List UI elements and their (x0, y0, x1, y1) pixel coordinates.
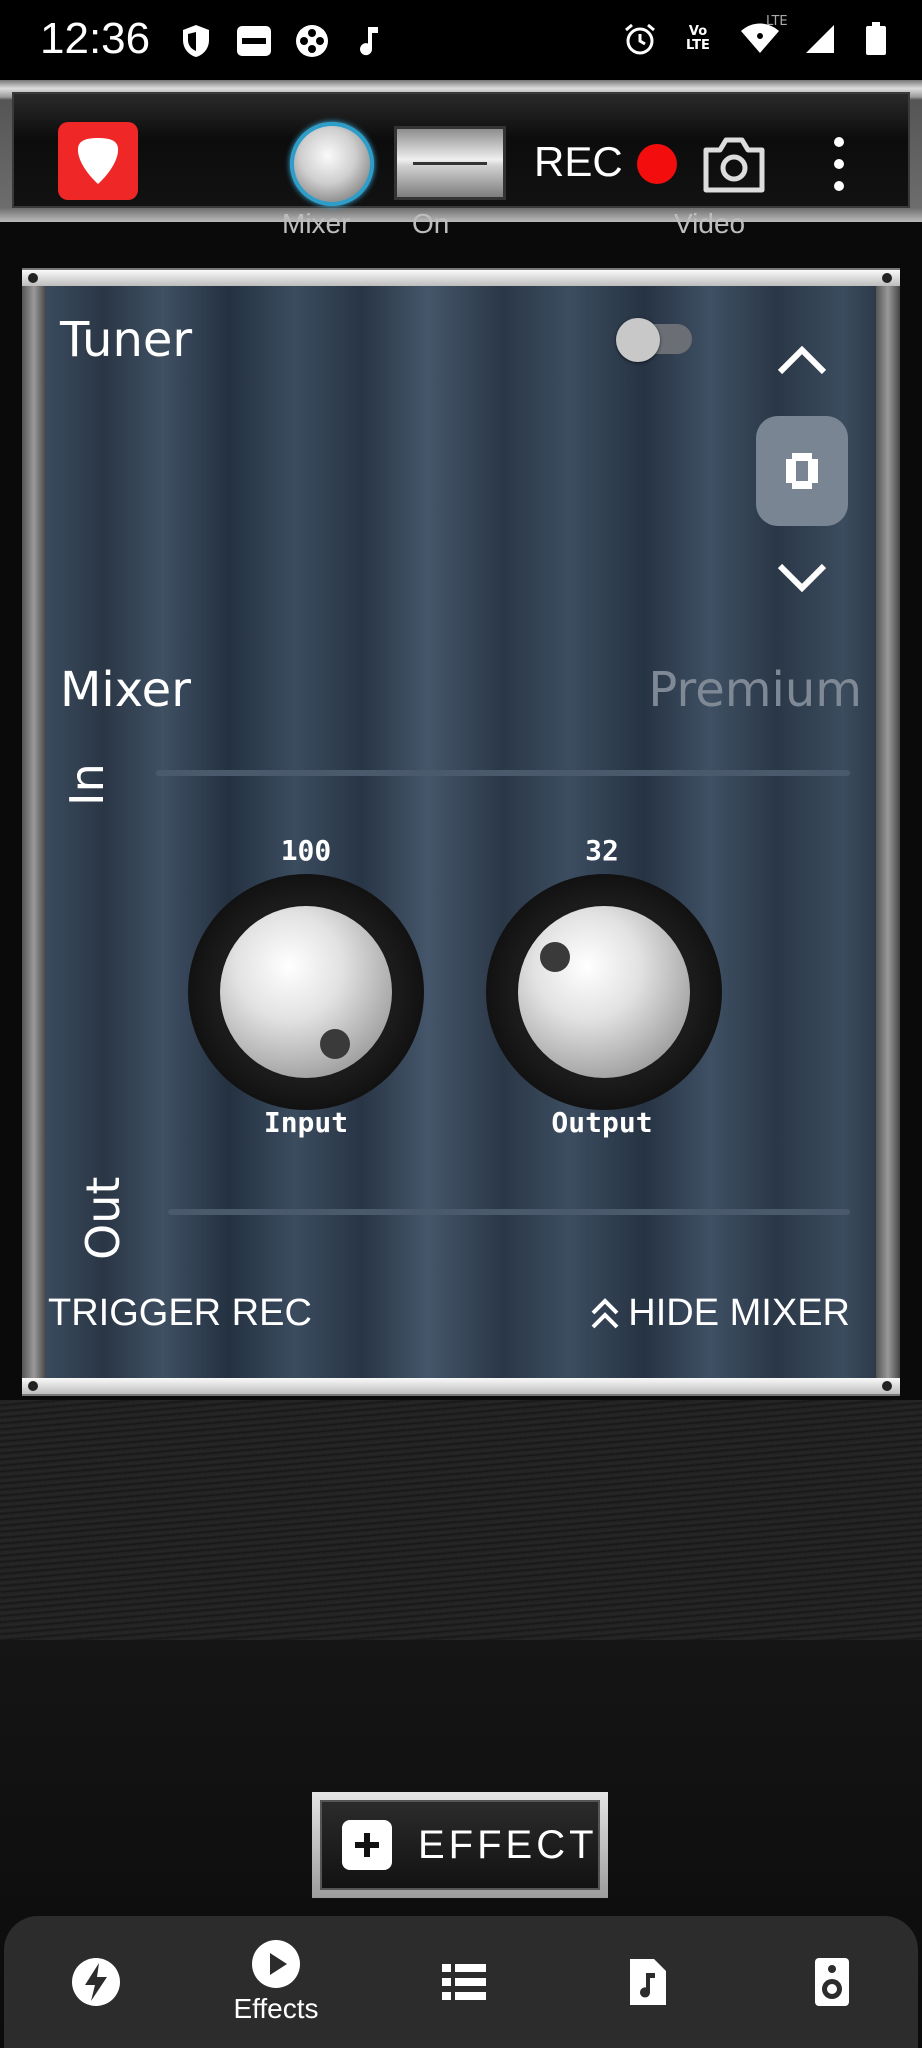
signal-icon (802, 20, 838, 58)
status-bar: 12:36 Vo LTE LTE (0, 0, 922, 84)
output-value: 32 (585, 834, 619, 867)
add-effect-button[interactable]: EFFECT (312, 1792, 608, 1898)
effect-label: EFFECT (418, 1822, 598, 1867)
tuner-toggle-thumb[interactable] (616, 318, 660, 362)
nav-item-label: Effects (233, 1993, 319, 2024)
battery-icon (858, 20, 894, 58)
nav-item-effects-chain[interactable] (26, 1916, 166, 2048)
position-toggle-button[interactable] (756, 416, 848, 526)
output-knob-indicator (540, 942, 570, 972)
volte-label: Vo LTE (686, 24, 710, 53)
wifi-icon: LTE (738, 14, 788, 58)
tuner-label: Tuner (60, 312, 193, 368)
mixer-caption: Mixer (282, 208, 351, 239)
status-time: 12:36 (40, 14, 151, 63)
in-level-line (156, 770, 850, 776)
guitar-pick-icon (77, 138, 119, 184)
rec-label[interactable]: REC (534, 138, 623, 186)
toolbar-inner: REC (12, 92, 910, 208)
rivet (28, 273, 38, 283)
game-controller-icon (294, 22, 330, 60)
mixer-knob-button[interactable] (290, 122, 374, 206)
out-level-line (168, 1209, 850, 1215)
alarm-icon (622, 20, 658, 58)
rivet (882, 273, 892, 283)
input-knob-face[interactable] (220, 906, 392, 1078)
input-value: 100 (280, 834, 332, 867)
camera-icon[interactable] (702, 136, 766, 194)
input-knob-indicator (320, 1029, 350, 1059)
lte-label: LTE (766, 14, 788, 29)
chevron-down-icon[interactable] (776, 562, 828, 593)
pixel-ring-icon (786, 453, 818, 489)
bottom-nav: Effects (4, 1916, 918, 2048)
music-file-icon (630, 1959, 666, 2005)
speaker-icon (815, 1958, 849, 2006)
video-caption: Video (674, 208, 746, 239)
paytm-icon (236, 22, 272, 60)
out-label: Out (76, 1176, 130, 1260)
lightning-icon (72, 1958, 120, 2006)
music-note-icon (352, 22, 388, 60)
double-chevron-up-icon (591, 1297, 619, 1328)
in-label: In (60, 763, 114, 806)
panel-bar-bottom (22, 1378, 900, 1394)
mixer-title: Mixer (60, 662, 191, 718)
rivet (28, 1381, 38, 1391)
panel-side-right (876, 286, 900, 1378)
shield-icon (178, 22, 214, 60)
panel-bar-top (22, 270, 900, 286)
output-label: Output (551, 1106, 653, 1139)
trigger-rec-button[interactable]: TRIGGER REC (48, 1292, 312, 1335)
rivet (882, 1381, 892, 1391)
chevron-up-icon[interactable] (776, 345, 828, 376)
nav-item-list[interactable] (394, 1916, 534, 2048)
top-toolbar: REC (0, 80, 922, 222)
record-button[interactable] (637, 144, 677, 184)
list-icon (442, 1964, 486, 2000)
output-knob-face[interactable] (518, 906, 690, 1078)
hide-mixer-button[interactable]: HIDE MIXER (590, 1292, 850, 1335)
on-caption: On (412, 208, 450, 239)
plus-icon (342, 1820, 392, 1870)
volte-icon: Vo LTE (678, 20, 718, 58)
premium-label[interactable]: Premium (648, 662, 862, 718)
on-switch[interactable] (394, 126, 506, 200)
hide-mixer-label: HIDE MIXER (628, 1292, 850, 1334)
nav-item-speaker[interactable] (762, 1916, 902, 2048)
nav-item-music[interactable] (578, 1916, 718, 2048)
add-effect-button-inner: EFFECT (320, 1800, 600, 1890)
status-right-icons: Vo LTE LTE (622, 14, 894, 58)
nav-item-effects[interactable]: Effects (206, 1916, 346, 2048)
app-logo-button[interactable] (58, 122, 138, 200)
overflow-menu-icon[interactable] (824, 134, 854, 194)
status-left-icons (178, 22, 388, 60)
panel-side-left (22, 286, 46, 1378)
input-label: Input (263, 1106, 349, 1139)
play-icon (252, 1940, 300, 1988)
